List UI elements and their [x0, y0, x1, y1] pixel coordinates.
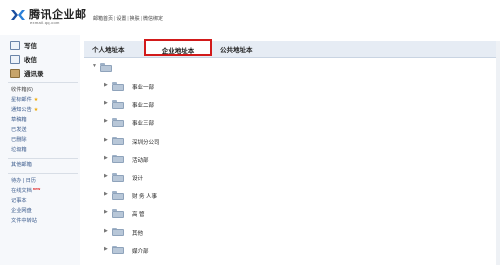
star-icon: ★	[33, 97, 39, 103]
tab-public-addressbook[interactable]: 公共地址本	[220, 44, 253, 54]
sidebar-item-other-mailbox[interactable]: 其他邮箱	[11, 161, 32, 169]
sidebar-item-online-docs[interactable]: 在线文档new	[11, 187, 40, 195]
sidebar-item-label: 星标邮件	[11, 97, 32, 103]
sidebar-item-label: 通知公告	[11, 107, 32, 113]
expand-arrow-icon[interactable]: ▶	[104, 100, 108, 106]
inbox-check-label: 收信	[24, 57, 37, 64]
inbox-icon	[10, 55, 20, 64]
expand-arrow-icon[interactable]: ▶	[104, 246, 108, 252]
folder-icon	[112, 100, 124, 109]
tree-node-department[interactable]: ▶ 事业三部	[104, 117, 404, 129]
divider	[8, 173, 78, 174]
sidebar: 写信 收信 通讯录 收件箱(6) 星标邮件 ★ 通知公告 ★ 草稿箱 已发送 已删除…	[0, 35, 80, 265]
sidebar-item-notepad[interactable]: 记事本	[11, 197, 27, 205]
tree-node-department[interactable]: ▶ 活动部	[104, 154, 404, 166]
expand-arrow-icon[interactable]: ▶	[104, 209, 108, 215]
expand-arrow-icon[interactable]: ▶	[104, 82, 108, 88]
department-name[interactable]: 媒介部	[132, 247, 149, 255]
expand-arrow-icon[interactable]: ▶	[104, 228, 108, 234]
collapse-arrow-icon[interactable]: ▼	[92, 63, 97, 69]
department-name[interactable]: 深圳分公司	[132, 138, 160, 146]
main-panel: 个人地址本 企业地址本 公共地址本 ▼ ▶ 事业一部 ▶ 事业二部 ▶ 事业三部 ▶ 深圳分公…	[84, 35, 500, 265]
folder-icon	[112, 118, 124, 127]
sidebar-item-starred[interactable]: 星标邮件 ★	[11, 96, 38, 104]
department-name[interactable]: 事业三部	[132, 119, 154, 127]
logo[interactable]: 腾讯企业邮 exmail.qq.com	[10, 6, 92, 28]
link-settings[interactable]: 设置	[116, 16, 126, 22]
sidebar-item-spam[interactable]: 垃圾箱	[11, 146, 27, 154]
folder-icon	[112, 191, 124, 200]
tree-node-department[interactable]: ▶ 媒介部	[104, 245, 404, 257]
expand-arrow-icon[interactable]: ▶	[104, 173, 108, 179]
divider	[8, 158, 78, 159]
tree-root[interactable]: ▼	[92, 62, 392, 74]
tree-node-department[interactable]: ▶ 设计	[104, 172, 404, 184]
inbox-check-button[interactable]: 收信	[10, 54, 78, 65]
expand-arrow-icon[interactable]: ▶	[104, 155, 108, 161]
address-book-tabs: 个人地址本 企业地址本 公共地址本	[84, 39, 496, 58]
sidebar-item-drafts[interactable]: 草稿箱	[11, 116, 27, 124]
sidebar-item-netdisk[interactable]: 企业网盘	[11, 207, 32, 215]
department-name[interactable]: 高 管	[132, 210, 145, 218]
tree-node-department[interactable]: ▶ 事业一部	[104, 81, 404, 93]
sidebar-item-deleted[interactable]: 已删除	[11, 136, 27, 144]
folder-icon	[100, 63, 112, 72]
sidebar-item-notices[interactable]: 通知公告 ★	[11, 106, 38, 114]
tab-label: 企业地址本	[161, 48, 195, 55]
contacts-icon	[10, 69, 20, 78]
sidebar-item-label: 在线文档	[11, 188, 32, 194]
tree-node-department[interactable]: ▶ 其他	[104, 227, 404, 239]
tree-node-department[interactable]: ▶ 事业二部	[104, 99, 404, 111]
department-name[interactable]: 活动部	[132, 156, 149, 164]
folder-icon	[112, 227, 124, 237]
department-name[interactable]: 其他	[132, 229, 143, 237]
folder-icon	[112, 245, 124, 255]
star-icon: ★	[33, 107, 39, 113]
pencil-icon	[10, 41, 20, 50]
sidebar-item-sent[interactable]: 已发送	[11, 126, 27, 134]
new-badge: new	[32, 187, 41, 191]
logo-icon	[11, 10, 25, 20]
tree-node-department[interactable]: ▶ 财 务 人事	[104, 190, 404, 202]
department-name[interactable]: 事业一部	[132, 83, 154, 91]
sidebar-item-inbox[interactable]: 收件箱(6)	[11, 86, 33, 94]
department-name[interactable]: 财 务 人事	[132, 192, 157, 200]
department-name[interactable]: 设计	[132, 174, 143, 182]
sidebar-item-todo-calendar[interactable]: 待办 | 日历	[11, 177, 36, 185]
contacts-label: 通讯录	[24, 71, 44, 78]
tree-node-department[interactable]: ▶ 深圳分公司	[104, 136, 404, 148]
tab-enterprise-addressbook[interactable]: 企业地址本	[144, 39, 212, 56]
scrollbar[interactable]	[496, 41, 500, 265]
top-links: 邮箱首页|设置|换肤|微信绑定	[93, 15, 163, 22]
link-skin[interactable]: 换肤	[130, 16, 140, 22]
department-name[interactable]: 事业二部	[132, 101, 154, 109]
logo-subtitle: exmail.qq.com	[30, 20, 60, 25]
expand-arrow-icon[interactable]: ▶	[104, 137, 108, 143]
separator: |	[127, 16, 129, 22]
folder-icon	[112, 136, 124, 146]
tab-personal-addressbook[interactable]: 个人地址本	[92, 44, 125, 54]
link-mailbox-home[interactable]: 邮箱首页	[93, 16, 113, 22]
compose-label: 写信	[24, 43, 37, 50]
contacts-button[interactable]: 通讯录	[10, 68, 78, 79]
expand-arrow-icon[interactable]: ▶	[104, 191, 108, 197]
header-bar: 腾讯企业邮 exmail.qq.com 邮箱首页|设置|换肤|微信绑定	[0, 0, 500, 34]
folder-icon	[112, 209, 124, 218]
link-wechat-bind[interactable]: 微信绑定	[143, 16, 163, 22]
tree-node-department[interactable]: ▶ 高 管	[104, 208, 404, 220]
folder-icon	[112, 154, 124, 164]
sidebar-item-file-transfer[interactable]: 文件中转站	[11, 217, 37, 225]
separator: |	[140, 16, 142, 22]
folder-icon	[112, 82, 124, 91]
folder-icon	[112, 173, 124, 182]
divider	[8, 82, 78, 83]
compose-button[interactable]: 写信	[10, 40, 78, 51]
expand-arrow-icon[interactable]: ▶	[104, 118, 108, 124]
